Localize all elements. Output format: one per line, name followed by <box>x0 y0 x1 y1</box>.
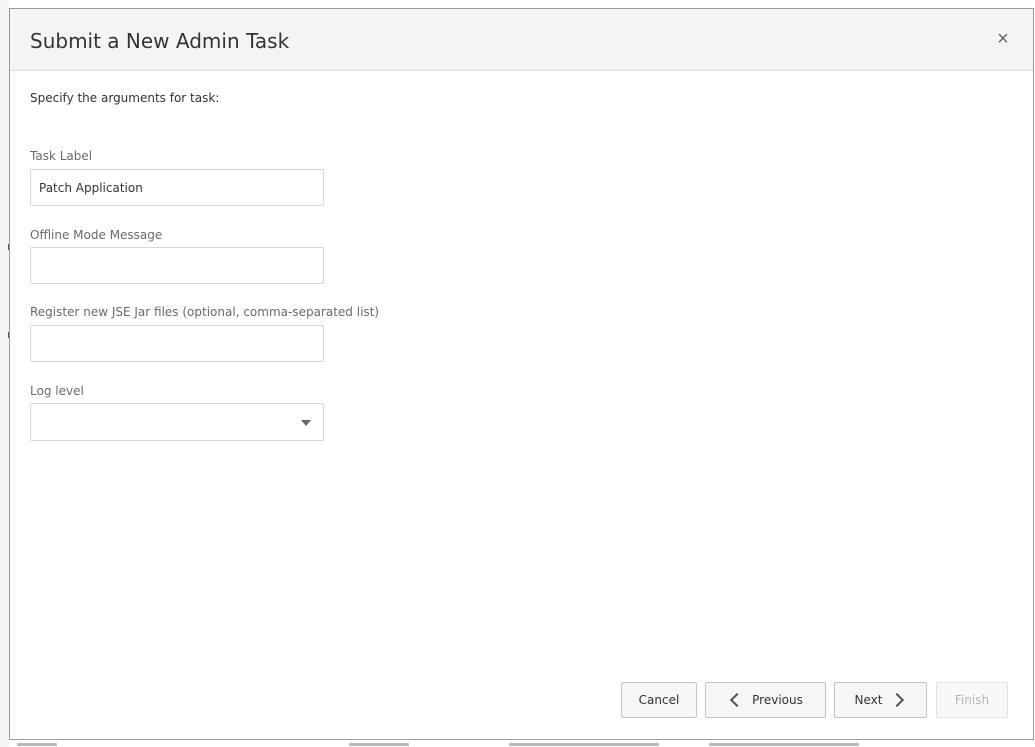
intro-text: Specify the arguments for task: <box>30 91 220 105</box>
next-button[interactable]: Next <box>834 682 927 718</box>
log-level-select[interactable] <box>30 403 324 441</box>
previous-button-label: Previous <box>752 693 803 707</box>
log-level-label: Log level <box>30 384 84 398</box>
dialog-title: Submit a New Admin Task <box>30 29 290 53</box>
chevron-right-icon <box>890 692 905 708</box>
page: Submit a New Admin Task × Specify the ar… <box>0 0 1035 747</box>
task-label-label: Task Label <box>30 149 93 163</box>
close-button[interactable]: × <box>991 27 1015 51</box>
finish-button-label: Finish <box>954 693 990 707</box>
chevron-down-icon <box>301 420 311 426</box>
cancel-button[interactable]: Cancel <box>621 682 697 718</box>
cancel-button-label: Cancel <box>638 693 680 707</box>
previous-button[interactable]: Previous <box>705 682 826 718</box>
finish-button[interactable]: Finish <box>936 682 1008 718</box>
next-button-label: Next <box>854 693 883 707</box>
close-icon: × <box>997 28 1009 50</box>
admin-task-dialog: Submit a New Admin Task × Specify the ar… <box>9 8 1034 740</box>
jar-files-label: Register new JSE Jar files (optional, co… <box>30 305 380 319</box>
chevron-left-icon <box>730 692 745 708</box>
dialog-header: Submit a New Admin Task × <box>10 9 1033 71</box>
jar-files-input[interactable] <box>30 325 324 362</box>
offline-message-label: Offline Mode Message <box>30 228 163 242</box>
background-page-bottom <box>9 741 1035 747</box>
task-label-input[interactable] <box>30 169 324 206</box>
background-page-edge <box>0 0 9 747</box>
offline-message-input[interactable] <box>30 247 324 284</box>
